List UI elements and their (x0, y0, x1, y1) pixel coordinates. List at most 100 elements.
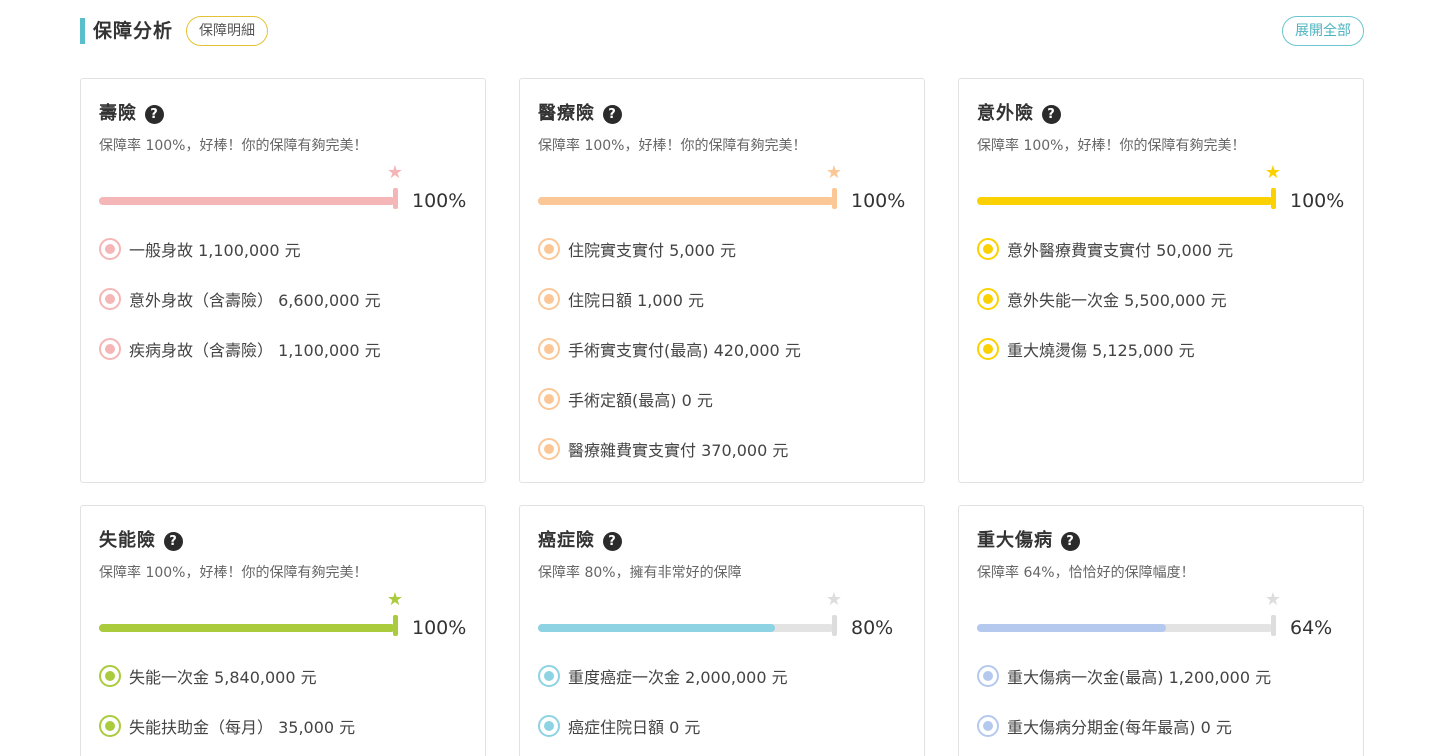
expand-all-button[interactable]: 展開全部 (1282, 16, 1364, 46)
star-icon: ★ (1264, 162, 1282, 183)
coverage-item: 重大傷病分期金(每年最高) 0 元 (977, 714, 1232, 738)
bullet-dot-icon (538, 665, 560, 687)
bullet-dot-icon (538, 388, 560, 410)
coverage-item-text: 重大傷病分期金(每年最高) 0 元 (1007, 718, 1232, 737)
coverage-progress-fill (99, 197, 395, 205)
bullet-dot-icon (99, 238, 121, 260)
coverage-card-medical: 醫療險? 保障率 100%，好棒！你的保障有夠完美！ ★ 100% 住院實支實付 5,0… (519, 78, 925, 483)
coverage-item-text: 失能扶助金（每月） 35,000 元 (129, 718, 356, 737)
coverage-progress-fill (977, 624, 1167, 632)
coverage-progress-fill (538, 197, 834, 205)
coverage-percent: 100% (412, 617, 467, 639)
coverage-rate-description: 保障率 100%，好棒！你的保障有夠完美！ (538, 138, 807, 154)
header-accent-bar (80, 18, 85, 44)
coverage-item-text: 住院實支實付 5,000 元 (568, 241, 736, 260)
coverage-item-text: 疾病身故（含壽險） 1,100,000 元 (129, 341, 381, 360)
coverage-item-text: 一般身故 1,100,000 元 (129, 241, 301, 260)
card-title: 癌症險? (538, 530, 622, 552)
coverage-item: 失能扶助金（每月） 35,000 元 (99, 714, 355, 738)
bullet-dot-icon (977, 338, 999, 360)
coverage-percent: 64% (1290, 617, 1333, 639)
bullet-dot-icon (538, 438, 560, 460)
coverage-item: 手術實支實付(最高) 420,000 元 (538, 337, 801, 361)
coverage-item: 疾病身故（含壽險） 1,100,000 元 (99, 337, 381, 361)
bullet-dot-icon (977, 288, 999, 310)
progress-target-marker (1271, 615, 1276, 636)
coverage-card-accident: 意外險? 保障率 100%，好棒！你的保障有夠完美！ ★ 100% 意外醫療費實支實付 … (958, 78, 1364, 483)
coverage-rate-description: 保障率 64%，恰恰好的保障幅度！ (977, 565, 1195, 581)
coverage-card-life: 壽險? 保障率 100%，好棒！你的保障有夠完美！ ★ 100% 一般身故 1,100,… (80, 78, 486, 483)
coverage-progress-fill (99, 624, 395, 632)
coverage-item: 意外醫療費實支實付 50,000 元 (977, 237, 1233, 261)
section-header: 保障分析 保障明細 展開全部 (80, 16, 1364, 46)
star-icon: ★ (386, 162, 404, 183)
bullet-dot-icon (538, 338, 560, 360)
coverage-item: 重大傷病一次金(最高) 1,200,000 元 (977, 664, 1271, 688)
coverage-progress-fill (977, 197, 1273, 205)
coverage-item: 住院日額 1,000 元 (538, 287, 704, 311)
card-title: 重大傷病? (977, 530, 1080, 552)
card-title-text: 失能險 (99, 530, 156, 551)
coverage-item: 重度癌症一次金 2,000,000 元 (538, 664, 788, 688)
bullet-dot-icon (977, 715, 999, 737)
help-icon[interactable]: ? (145, 104, 164, 124)
help-icon[interactable]: ? (1042, 104, 1061, 124)
card-title: 失能險? (99, 530, 183, 552)
card-title: 醫療險? (538, 103, 622, 125)
coverage-rate-description: 保障率 100%，好棒！你的保障有夠完美！ (99, 138, 368, 154)
progress-target-marker (832, 615, 837, 636)
help-icon[interactable]: ? (603, 531, 622, 551)
star-icon: ★ (386, 589, 404, 610)
coverage-progress-bar (99, 197, 395, 205)
coverage-progress-bar (99, 624, 395, 632)
card-title: 壽險? (99, 103, 164, 125)
coverage-item: 醫療雜費實支實付 370,000 元 (538, 437, 788, 461)
coverage-item: 意外失能一次金 5,500,000 元 (977, 287, 1227, 311)
bullet-dot-icon (538, 715, 560, 737)
card-title-text: 意外險 (977, 103, 1034, 124)
coverage-item-text: 癌症住院日額 0 元 (568, 718, 701, 737)
coverage-card-disability: 失能險? 保障率 100%，好棒！你的保障有夠完美！ ★ 100% 失能一次金 5,84… (80, 505, 486, 756)
coverage-percent: 80% (851, 617, 894, 639)
bullet-dot-icon (99, 715, 121, 737)
help-icon[interactable]: ? (164, 531, 183, 551)
help-icon[interactable]: ? (1061, 531, 1080, 551)
card-title-text: 癌症險 (538, 530, 595, 551)
coverage-item: 住院實支實付 5,000 元 (538, 237, 736, 261)
coverage-item-text: 醫療雜費實支實付 370,000 元 (568, 441, 789, 460)
coverage-item: 一般身故 1,100,000 元 (99, 237, 301, 261)
star-icon: ★ (825, 162, 843, 183)
coverage-item-text: 重大燒燙傷 5,125,000 元 (1007, 341, 1195, 360)
coverage-percent: 100% (1290, 190, 1345, 212)
coverage-progress-bar (977, 197, 1273, 205)
coverage-item-text: 重度癌症一次金 2,000,000 元 (568, 668, 788, 687)
coverage-item-text: 意外身故（含壽險） 6,600,000 元 (129, 291, 381, 310)
section-title: 保障分析 (93, 20, 174, 42)
coverage-rate-description: 保障率 100%，好棒！你的保障有夠完美！ (99, 565, 368, 581)
coverage-item: 意外身故（含壽險） 6,600,000 元 (99, 287, 381, 311)
coverage-item: 手術定額(最高) 0 元 (538, 387, 713, 411)
bullet-dot-icon (538, 288, 560, 310)
coverage-rate-description: 保障率 80%，擁有非常好的保障 (538, 565, 742, 581)
coverage-item: 癌症住院日額 0 元 (538, 714, 700, 738)
bullet-dot-icon (99, 338, 121, 360)
bullet-dot-icon (99, 288, 121, 310)
bullet-dot-icon (977, 238, 999, 260)
card-title: 意外險? (977, 103, 1061, 125)
bullet-dot-icon (977, 665, 999, 687)
progress-target-marker (393, 615, 398, 636)
card-title-text: 重大傷病 (977, 530, 1053, 551)
coverage-detail-button[interactable]: 保障明細 (186, 16, 268, 46)
card-title-text: 壽險 (99, 103, 137, 124)
coverage-progress-bar (977, 624, 1273, 632)
star-icon: ★ (1264, 589, 1282, 610)
help-icon[interactable]: ? (603, 104, 622, 124)
coverage-item-text: 手術定額(最高) 0 元 (568, 391, 713, 410)
progress-target-marker (832, 188, 837, 209)
bullet-dot-icon (99, 665, 121, 687)
coverage-card-critical-illness: 重大傷病? 保障率 64%，恰恰好的保障幅度！ ★ 64% 重大傷病一次金(最高) 1,… (958, 505, 1364, 756)
coverage-percent: 100% (412, 190, 467, 212)
coverage-item-text: 手術實支實付(最高) 420,000 元 (568, 341, 801, 360)
coverage-item-text: 住院日額 1,000 元 (568, 291, 704, 310)
coverage-rate-description: 保障率 100%，好棒！你的保障有夠完美！ (977, 138, 1246, 154)
